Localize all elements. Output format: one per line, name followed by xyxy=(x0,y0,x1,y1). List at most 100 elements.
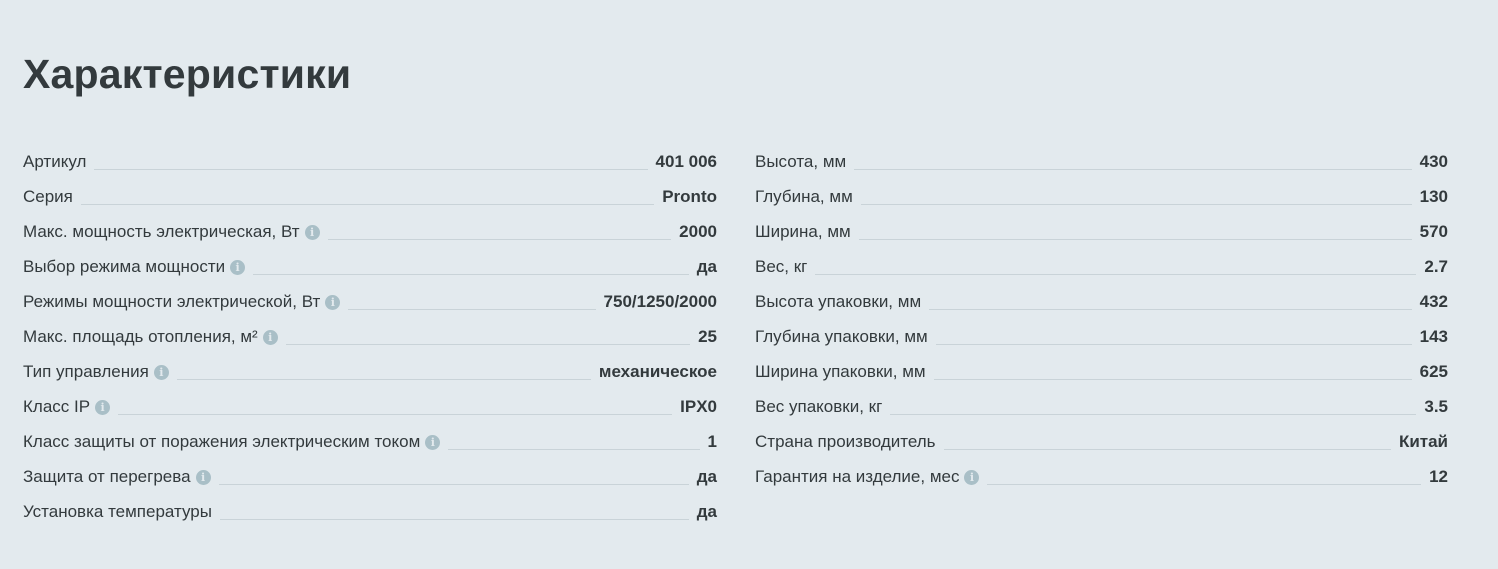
spec-row: Тип управления i механическое xyxy=(23,348,717,383)
spec-value: 130 xyxy=(1419,187,1448,206)
dotted-leader xyxy=(854,168,1412,170)
spec-label-text: Установка температуры xyxy=(23,502,212,521)
info-icon[interactable]: i xyxy=(95,399,111,415)
spec-row: Артикул 401 006 xyxy=(23,138,717,173)
spec-label-text: Гарантия на изделие, мес xyxy=(755,467,960,486)
dotted-leader xyxy=(218,483,689,485)
spec-value: 570 xyxy=(1419,222,1448,241)
spec-label: Класс защиты от поражения электрическим … xyxy=(23,431,441,453)
spec-row: Ширина упаковки, мм 625 xyxy=(755,348,1448,383)
dotted-leader xyxy=(219,518,689,520)
spec-value: 25 xyxy=(698,327,717,346)
spec-label-text: Страна производитель xyxy=(755,432,936,451)
spec-label: Защита от перегрева i xyxy=(23,466,211,488)
spec-value: Китай xyxy=(1398,432,1448,451)
spec-value: 2000 xyxy=(679,222,717,241)
spec-label: Вес упаковки, кг xyxy=(755,396,882,418)
dotted-leader xyxy=(987,483,1422,485)
info-icon[interactable]: i xyxy=(964,469,980,485)
specs-column-left: Артикул 401 006 Серия Pronto Макс. мощность … xyxy=(23,138,717,523)
dotted-leader xyxy=(860,203,1412,205)
spec-label: Макс. площадь отопления, м² i xyxy=(23,326,278,348)
dotted-leader xyxy=(176,378,591,380)
spec-label: Класс IP i xyxy=(23,396,111,418)
spec-label: Вес, кг xyxy=(755,256,807,278)
spec-value: 143 xyxy=(1419,327,1448,346)
spec-label: Ширина, мм xyxy=(755,221,851,243)
info-icon[interactable]: i xyxy=(230,259,246,275)
dotted-leader xyxy=(929,308,1412,310)
info-icon[interactable]: i xyxy=(153,364,169,380)
spec-label-text: Глубина, мм xyxy=(755,187,853,206)
spec-value: Pronto xyxy=(662,187,717,206)
info-icon[interactable]: i xyxy=(195,469,211,485)
spec-row: Гарантия на изделие, мес i 12 xyxy=(755,453,1448,488)
spec-label-text: Глубина упаковки, мм xyxy=(755,327,928,346)
spec-value: да xyxy=(696,502,717,521)
spec-row: Макс. мощность электрическая, Вт i 2000 xyxy=(23,208,717,243)
dotted-leader xyxy=(285,343,691,345)
spec-row: Глубина, мм 130 xyxy=(755,173,1448,208)
spec-label: Макс. мощность электрическая, Вт i xyxy=(23,221,320,243)
spec-label-text: Макс. мощность электрическая, Вт xyxy=(23,222,300,241)
spec-value: 12 xyxy=(1429,467,1448,486)
spec-label-text: Ширина, мм xyxy=(755,222,851,241)
spec-label: Высота упаковки, мм xyxy=(755,291,921,313)
spec-label-text: Высота, мм xyxy=(755,152,847,171)
spec-row: Установка температуры да xyxy=(23,488,717,523)
spec-value: 401 006 xyxy=(655,152,717,171)
info-icon[interactable]: i xyxy=(425,434,441,450)
info-icon[interactable]: i xyxy=(262,329,278,345)
dotted-leader xyxy=(448,448,700,450)
spec-row: Глубина упаковки, мм 143 xyxy=(755,313,1448,348)
dotted-leader xyxy=(935,343,1412,345)
dotted-leader xyxy=(80,203,655,205)
spec-label-text: Ширина упаковки, мм xyxy=(755,362,926,381)
spec-label-text: Высота упаковки, мм xyxy=(755,292,922,311)
spec-value: IPX0 xyxy=(680,397,717,416)
spec-row: Ширина, мм 570 xyxy=(755,208,1448,243)
spec-label-text: Защита от перегрева xyxy=(23,467,191,486)
dotted-leader xyxy=(943,448,1391,450)
spec-label-text: Класс защиты от поражения электрическим … xyxy=(23,432,421,451)
spec-row: Класс IP i IPX0 xyxy=(23,383,717,418)
spec-value: 625 xyxy=(1419,362,1448,381)
spec-label: Глубина упаковки, мм xyxy=(755,326,928,348)
spec-label-text: Серия xyxy=(23,187,73,206)
spec-label-text: Класс IP xyxy=(23,397,91,416)
dotted-leader xyxy=(348,308,596,310)
spec-value: 750/1250/2000 xyxy=(603,292,717,311)
spec-row: Макс. площадь отопления, м² i 25 xyxy=(23,313,717,348)
spec-label-text: Тип управления xyxy=(23,362,149,381)
spec-label: Тип управления i xyxy=(23,361,169,383)
info-icon[interactable]: i xyxy=(325,294,341,310)
spec-row: Высота, мм 430 xyxy=(755,138,1448,173)
spec-row: Вес, кг 2.7 xyxy=(755,243,1448,278)
spec-value: 430 xyxy=(1419,152,1448,171)
dotted-leader xyxy=(253,273,689,275)
spec-label-text: Артикул xyxy=(23,152,87,171)
dotted-leader xyxy=(118,413,673,415)
dotted-leader xyxy=(327,238,672,240)
spec-label: Серия xyxy=(23,186,73,208)
spec-label: Режимы мощности электрической, Вт i xyxy=(23,291,341,313)
info-icon[interactable]: i xyxy=(304,224,320,240)
spec-row: Режимы мощности электрической, Вт i 750/12… xyxy=(23,278,717,313)
spec-label-text: Режимы мощности электрической, Вт xyxy=(23,292,321,311)
spec-label: Артикул xyxy=(23,151,86,173)
spec-label: Гарантия на изделие, мес i xyxy=(755,466,980,488)
spec-value: механическое xyxy=(598,362,717,381)
spec-row: Вес упаковки, кг 3.5 xyxy=(755,383,1448,418)
spec-label: Ширина упаковки, мм xyxy=(755,361,926,383)
spec-label: Глубина, мм xyxy=(755,186,853,208)
specs-column-right: Высота, мм 430 Глубина, мм 130 Ширина, мм 570… xyxy=(755,138,1448,488)
dotted-leader xyxy=(858,238,1412,240)
dotted-leader xyxy=(933,378,1412,380)
spec-row: Выбор режима мощности i да xyxy=(23,243,717,278)
spec-label-text: Вес, кг xyxy=(755,257,808,276)
spec-row: Класс защиты от поражения электрическим … xyxy=(23,418,717,453)
spec-row: Страна производитель Китай xyxy=(755,418,1448,453)
spec-row: Серия Pronto xyxy=(23,173,717,208)
spec-label: Высота, мм xyxy=(755,151,846,173)
spec-value: 2.7 xyxy=(1424,257,1448,276)
